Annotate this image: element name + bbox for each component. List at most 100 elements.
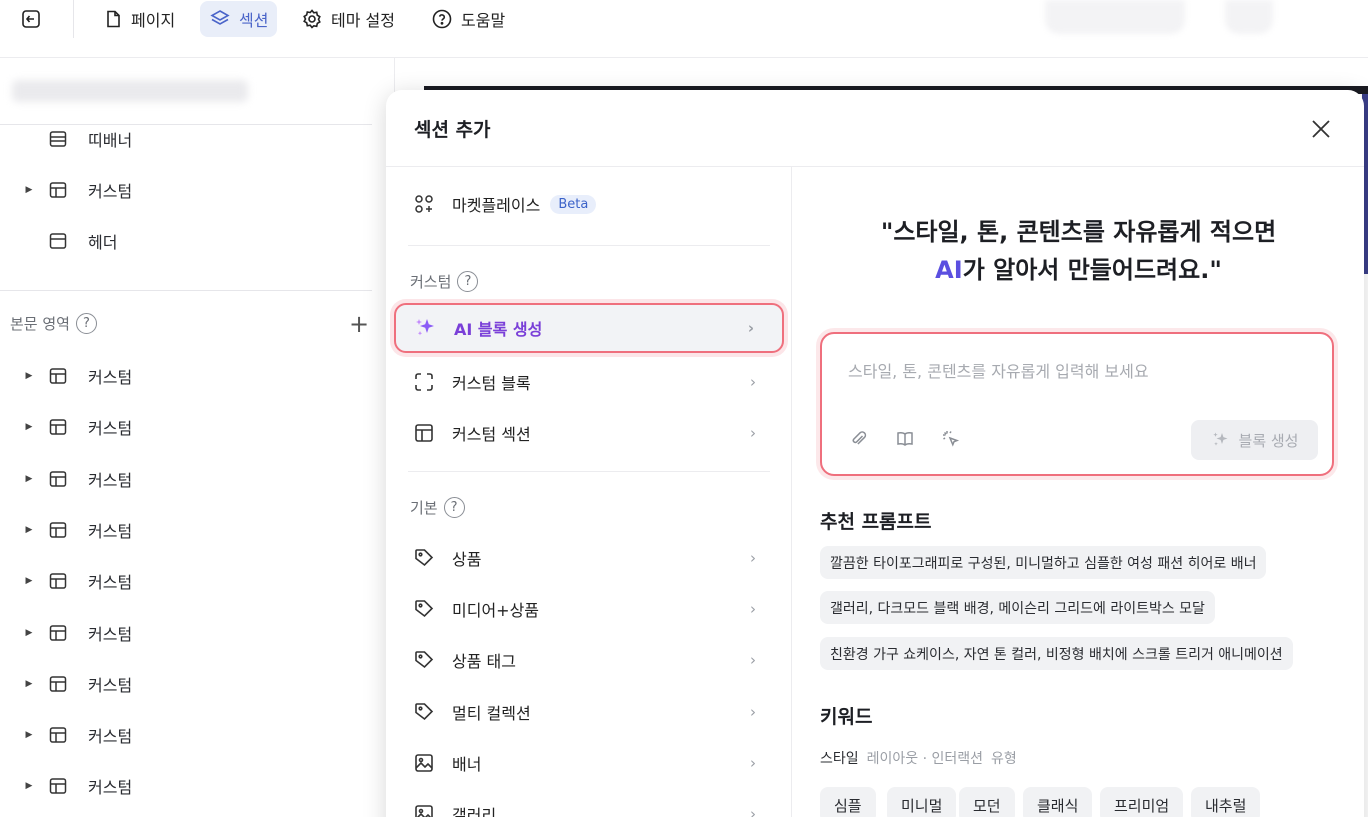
tree-item-custom[interactable]: ▶ 커스텀	[24, 412, 133, 442]
recommended-prompts-title: 추천 프롬프트	[820, 511, 932, 533]
tree-item-custom[interactable]: ▶ 커스텀	[24, 618, 133, 648]
marketplace-icon	[412, 192, 436, 216]
layout-icon	[49, 778, 67, 795]
tree-item-custom[interactable]: ▶ 커스텀	[24, 361, 133, 391]
menu-item-basic[interactable]: 배너 ›	[394, 738, 784, 788]
image-icon	[412, 751, 436, 775]
add-section-modal: 섹션 추가 마켓플레이스 Beta 커스텀 ? AI 블록 생성 › 커스텀 블…	[386, 90, 1364, 817]
tree-item-label: 커스텀	[88, 727, 133, 747]
menu-item-basic[interactable]: 미디어+상품 ›	[394, 584, 784, 634]
menu-item-basic[interactable]: 멀티 컬렉션 ›	[394, 687, 784, 737]
menu-item-basic[interactable]: 상품 태그 ›	[394, 635, 784, 685]
recommended-prompt-chip[interactable]: 깔끔한 타이포그래피로 구성된, 미니멀하고 심플한 여성 패션 히어로 배너	[820, 546, 1267, 579]
keyword-chip[interactable]: 내추럴	[1191, 787, 1261, 817]
tree-item-header[interactable]: ▶ 헤더	[24, 226, 117, 256]
menu-item-ai-block[interactable]: AI 블록 생성 ›	[394, 303, 784, 353]
reference-button[interactable]	[894, 428, 916, 450]
keyword-chip[interactable]: 프리미엄	[1100, 787, 1184, 817]
keyword-tab-type[interactable]: 유형	[991, 748, 1017, 768]
menu-item-label: 갤러리	[452, 806, 497, 817]
layers-icon	[210, 10, 230, 25]
header-icon	[49, 233, 67, 249]
keyword-chip[interactable]: 클래식	[1023, 787, 1093, 817]
custom-group-label: 커스텀 ?	[410, 271, 479, 292]
tree-item-label: 커스텀	[88, 470, 133, 490]
recommended-prompt-chip[interactable]: 친환경 가구 쇼케이스, 자연 톤 컬러, 비정형 배치에 스크롤 트리거 애니…	[820, 637, 1293, 670]
tab-page[interactable]: 페이지	[94, 1, 184, 37]
expand-arrow-icon[interactable]: ▶	[24, 185, 34, 195]
book-icon	[897, 431, 913, 446]
expand-arrow-icon[interactable]: ▶	[24, 781, 34, 791]
section-type-list: 마켓플레이스 Beta 커스텀 ? AI 블록 생성 › 커스텀 블록 › 커스…	[386, 167, 792, 817]
generate-block-button[interactable]: 블록 생성	[1191, 420, 1318, 460]
modal-header: 섹션 추가	[386, 90, 1364, 167]
help-icon[interactable]: ?	[443, 497, 465, 518]
exit-button[interactable]	[17, 5, 45, 33]
tree-item-label: 커스텀	[88, 573, 133, 593]
body-section-title: 본문 영역	[10, 315, 70, 333]
layout-icon	[49, 676, 67, 692]
expand-arrow-icon[interactable]: ▶	[24, 371, 34, 381]
menu-item-custom-block[interactable]: 커스텀 블록 ›	[394, 357, 784, 407]
tab-theme-settings-label: 테마 설정	[331, 11, 395, 30]
tree-item-label: 커스텀	[88, 521, 133, 541]
tag-icon	[412, 546, 436, 570]
menu-item-basic[interactable]: 갤러리 ›	[394, 789, 784, 817]
keyword-tab-layout[interactable]: 레이아웃 · 인터랙션	[867, 748, 983, 768]
expand-arrow-icon[interactable]: ▶	[24, 474, 34, 484]
expand-arrow-icon[interactable]: ▶	[24, 679, 34, 689]
layout-icon	[49, 522, 67, 538]
help-icon[interactable]: ?	[75, 313, 97, 334]
chevron-right-icon: ›	[747, 319, 754, 337]
expand-arrow-icon[interactable]: ▶	[24, 422, 34, 432]
add-section-button[interactable]: +	[349, 312, 369, 336]
tree-item-custom[interactable]: ▶ 커스텀	[24, 515, 133, 545]
tab-help[interactable]: 도움말	[422, 1, 514, 37]
menu-item-marketplace[interactable]: 마켓플레이스 Beta	[394, 179, 784, 229]
ai-block-panel: "스타일, 톤, 콘텐츠를 자유롭게 적으면 AI가 알아서 만들어드려요." …	[793, 167, 1364, 817]
tree-item-custom[interactable]: ▶ 커스텀	[24, 464, 133, 494]
tree-item-custom[interactable]: ▶ 커스텀	[24, 566, 133, 596]
close-button[interactable]	[1308, 116, 1334, 142]
marketplace-label: 마켓플레이스	[452, 196, 541, 215]
custom-group-title: 커스텀	[410, 273, 452, 291]
hero-ai-word: AI	[935, 256, 963, 284]
tree-item-custom[interactable]: ▶ 커스텀	[24, 175, 133, 205]
tab-theme-settings[interactable]: 테마 설정	[292, 1, 404, 37]
blurred-toolbar-area	[1045, 0, 1185, 34]
toolbar-divider	[73, 0, 74, 38]
expand-arrow-icon[interactable]: ▶	[24, 525, 34, 535]
tab-section[interactable]: 섹션	[200, 1, 278, 37]
keyword-chip[interactable]: 심플	[820, 787, 876, 817]
menu-item-custom-section[interactable]: 커스텀 섹션 ›	[394, 408, 784, 458]
pick-element-button[interactable]	[940, 428, 962, 450]
chevron-right-icon: ›	[750, 702, 756, 721]
tree-item-custom[interactable]: ▶ 커스텀	[24, 669, 133, 699]
chevron-right-icon: ›	[750, 651, 756, 670]
help-icon[interactable]: ?	[457, 271, 479, 292]
tree-item-strip-banner[interactable]: ▶ 띠배너	[24, 124, 132, 154]
tree-item-custom[interactable]: ▶ 커스텀	[24, 771, 133, 801]
tag-icon	[412, 597, 436, 621]
recommended-prompt-chip[interactable]: 갤러리, 다크모드 블랙 배경, 메이슨리 그리드에 라이트박스 모달	[820, 591, 1215, 624]
layout-icon	[49, 470, 67, 487]
expand-arrow-icon[interactable]: ▶	[24, 730, 34, 740]
ai-prompt-input[interactable]	[848, 362, 1308, 381]
menu-divider	[408, 471, 770, 472]
keyword-chip[interactable]: 미니멀	[887, 787, 957, 817]
ai-block-label: AI 블록 생성	[454, 320, 543, 339]
menu-item-basic[interactable]: 상품 ›	[394, 533, 784, 583]
tab-help-label: 도움말	[461, 11, 506, 30]
keyword-chip[interactable]: 모던	[959, 787, 1015, 817]
layout-icon	[49, 368, 67, 384]
page-icon	[107, 10, 120, 28]
expand-arrow-icon[interactable]: ▶	[24, 576, 34, 586]
expand-arrow-icon[interactable]: ▶	[24, 628, 34, 638]
tab-page-label: 페이지	[131, 11, 176, 30]
menu-item-label: 미디어+상품	[452, 601, 540, 621]
banner-icon	[49, 131, 67, 147]
attach-button[interactable]	[848, 428, 870, 450]
section-tree-sidebar: ▶ 띠배너 ▶ 커스텀 ▶ 헤더 본문 영역 ? + ▶ 커스텀 ▶ 커스텀 ▶ 커스텀 ▶…	[0, 58, 395, 817]
tree-item-custom[interactable]: ▶ 커스텀	[24, 720, 133, 750]
keyword-tab-style[interactable]: 스타일	[820, 748, 859, 768]
